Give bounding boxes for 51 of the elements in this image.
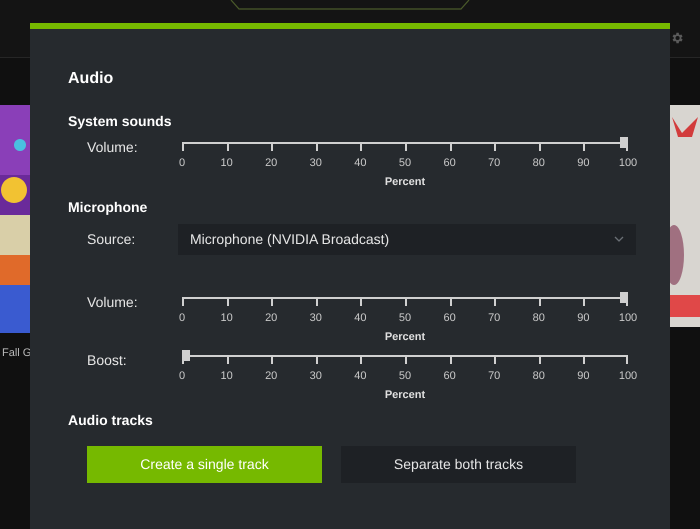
axis-label: Percent — [384, 330, 426, 344]
tick-label: 40 — [354, 369, 367, 384]
track-option-button[interactable]: Separate both tracks — [341, 446, 576, 482]
tick-label: 80 — [532, 369, 545, 384]
tick-label: 60 — [443, 310, 456, 326]
tick-label: 100 — [618, 369, 638, 384]
tick-label: 100 — [618, 156, 638, 171]
tick-label: 0 — [178, 156, 186, 171]
chevron-down-icon — [614, 236, 624, 242]
dialog-title: Audio — [68, 69, 114, 89]
section-heading: Audio tracks — [68, 410, 154, 428]
field-label: Boost: — [87, 351, 128, 369]
tick-label: 60 — [443, 156, 456, 171]
section-heading: System sounds — [68, 112, 172, 130]
tick-label: 90 — [577, 369, 590, 384]
tick-label: 20 — [265, 156, 278, 171]
field-label: Source: — [87, 230, 136, 248]
tick-label: 20 — [265, 369, 278, 384]
slider-thumb[interactable] — [620, 292, 628, 302]
tick-label: 0 — [178, 310, 186, 326]
source-dropdown[interactable]: Microphone (NVIDIA Broadcast) — [178, 224, 636, 254]
tick-label: 90 — [577, 310, 590, 326]
tick-label: 60 — [443, 369, 456, 384]
tick-label: 10 — [220, 369, 233, 384]
tick-label: 80 — [532, 156, 545, 171]
tick-label: 40 — [354, 310, 367, 326]
tick-label: 10 — [220, 156, 233, 171]
tick-label: 70 — [488, 369, 500, 384]
settings-icon — [670, 31, 684, 45]
tick-label: 10 — [220, 310, 233, 326]
tick-label: 50 — [398, 156, 412, 171]
field-label: Volume: — [87, 138, 139, 156]
tick-label: 70 — [488, 310, 500, 326]
tick-label: 50 — [398, 369, 412, 384]
axis-label: Percent — [384, 388, 426, 403]
tick-label: 70 — [488, 156, 500, 171]
field-label: Volume: — [87, 292, 139, 310]
tick-label: 50 — [398, 310, 412, 326]
tick-label: 30 — [310, 369, 322, 384]
slider-thumb[interactable] — [182, 350, 190, 361]
tick-label: 100 — [618, 310, 638, 326]
tick-label: 90 — [577, 156, 590, 171]
tick-label: 30 — [310, 156, 322, 171]
tick-label: 40 — [354, 156, 367, 171]
tick-label: 20 — [265, 310, 278, 326]
tick-label: 80 — [532, 310, 545, 326]
tick-label: 0 — [178, 369, 186, 384]
section-heading: Microphone — [68, 198, 148, 216]
slider-thumb[interactable] — [620, 137, 628, 148]
tick-label: 30 — [310, 310, 322, 326]
axis-label: Percent — [384, 175, 426, 190]
